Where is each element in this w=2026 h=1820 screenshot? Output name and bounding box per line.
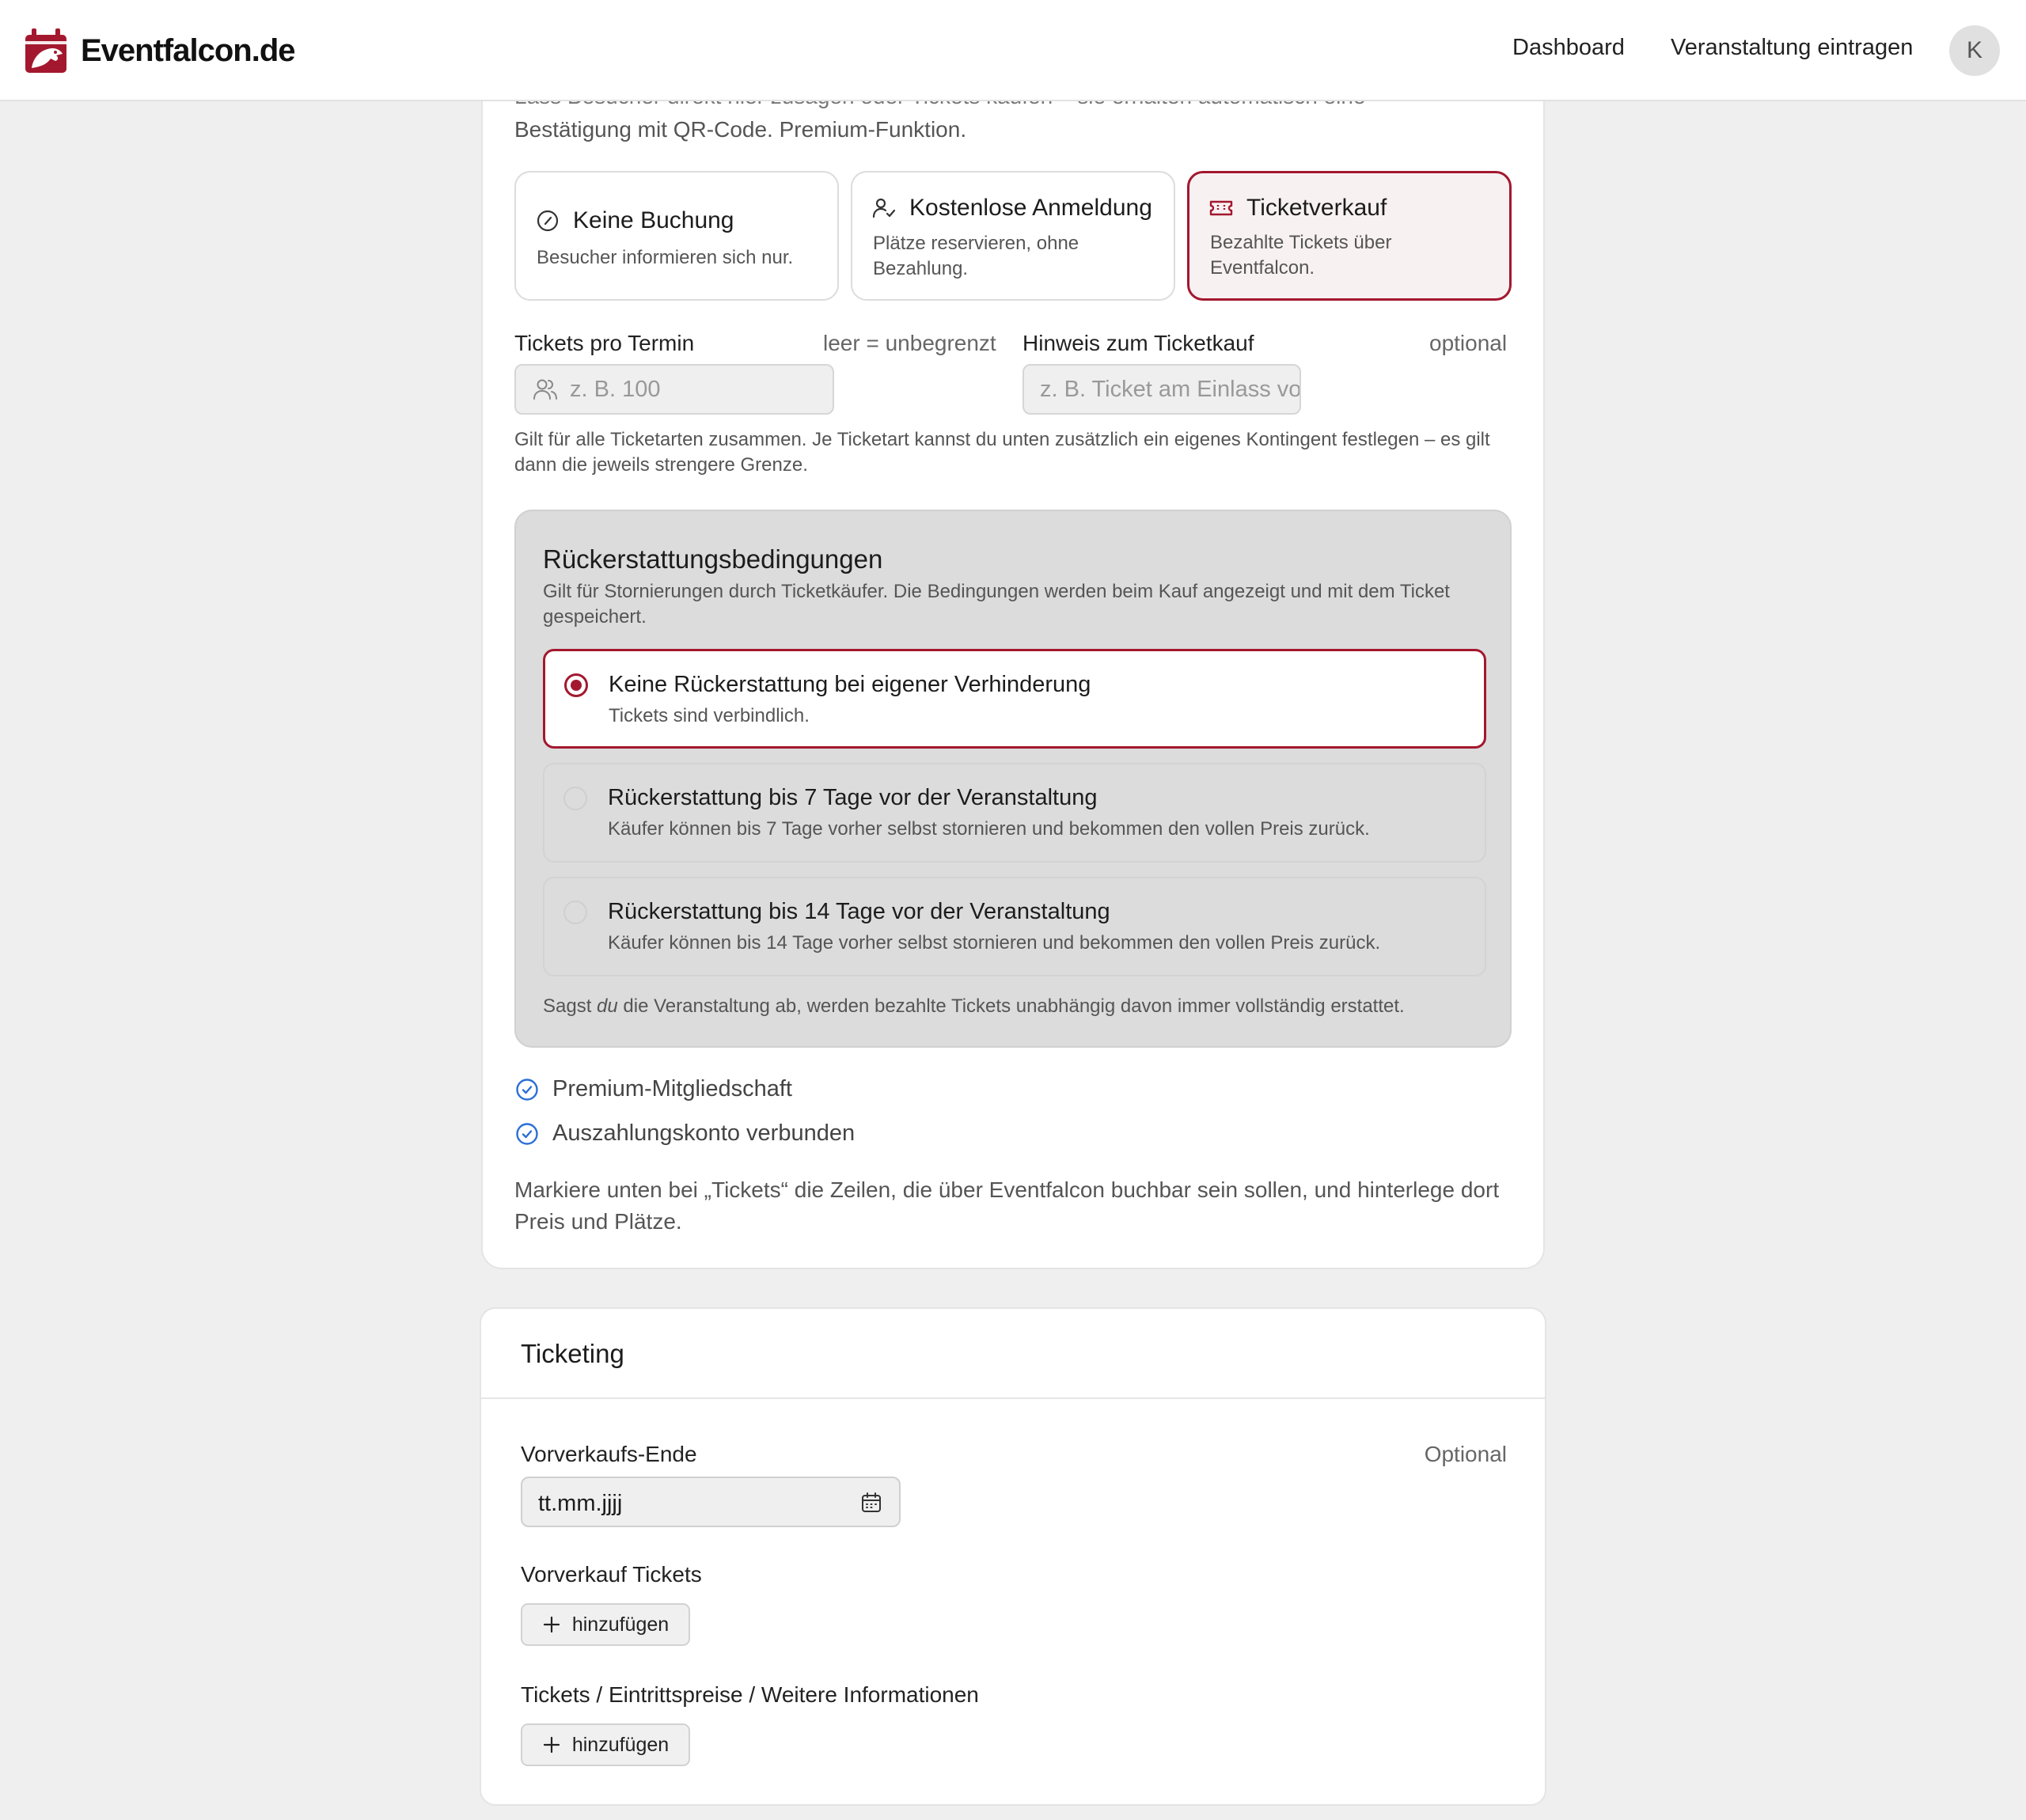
check-circle-icon [516, 1078, 538, 1101]
add-presale-ticket-button[interactable]: hinzufügen [521, 1603, 690, 1646]
booking-option-title: Kostenlose Anmeldung [909, 195, 1152, 221]
plus-icon [543, 1616, 560, 1633]
user-avatar[interactable]: K [1949, 25, 2000, 76]
brand-name: Eventfalcon.de [81, 32, 296, 68]
booking-option-desc: Plätze reservieren, ohne Bezahlung. [873, 233, 1079, 279]
add-button-label: hinzufügen [571, 1733, 670, 1756]
ticketing-title: Ticketing [521, 1339, 624, 1368]
refund-option-title: Keine Rückerstattung bei eigener Verhind… [609, 672, 1091, 697]
tickets-per-date-label: Tickets pro Termin [514, 331, 695, 355]
refund-title: Rückerstattungsbedingungen [543, 544, 883, 574]
booking-option-desc: Bezahlte Tickets über Eventfalcon. [1210, 232, 1392, 279]
nav-create-event-link[interactable]: Veranstaltung eintragen [1671, 35, 1913, 61]
booking-option-desc: Besucher informieren sich nur. [537, 247, 794, 268]
refund-footer-note: Sagst du die Veranstaltung ab, werden be… [543, 995, 1405, 1017]
tickets-per-date-placeholder: z. B. 100 [570, 376, 661, 402]
ticketing-card: Ticketing Vorverkaufs-Ende Optional tt.m… [480, 1307, 1546, 1806]
ticket-icon [1209, 200, 1233, 216]
requirement-premium: Premium-Mitgliedschaft [514, 1076, 792, 1102]
circle-slash-icon [537, 210, 559, 232]
top-navigation-bar: Eventfalcon.de Dashboard Veranstaltung e… [0, 0, 2026, 101]
refund-option-none[interactable]: Keine Rückerstattung bei eigener Verhind… [543, 649, 1486, 749]
booking-option-title: Ticketverkauf [1246, 195, 1387, 221]
divider [481, 1397, 1545, 1399]
booking-option-title: Keine Buchung [573, 207, 734, 233]
requirement-label: Premium-Mitgliedschaft [552, 1076, 792, 1101]
ticket-note-optional: optional [1429, 331, 1508, 355]
radio-button[interactable] [563, 901, 587, 924]
refund-option-desc: Käufer können bis 7 Tage vorher selbst s… [608, 818, 1370, 840]
booking-option-ticket-sale[interactable]: Ticketverkauf Bezahlte Tickets über Even… [1187, 171, 1512, 301]
contingent-note: Gilt für alle Ticketarten zusammen. Je T… [514, 429, 1490, 476]
ticket-note-placeholder: z. B. Ticket am Einlass vorzeigen [1040, 376, 1301, 402]
tickets-info-label: Tickets / Eintrittspreise / Weitere Info… [521, 1682, 979, 1707]
add-ticket-info-button[interactable]: hinzufügen [521, 1723, 690, 1766]
presale-end-optional: Optional [1424, 1442, 1507, 1466]
tickets-per-date-input[interactable]: z. B. 100 [514, 364, 834, 415]
add-button-label: hinzufügen [571, 1613, 670, 1636]
refund-description: Gilt für Stornierungen durch Ticketkäufe… [543, 581, 1450, 628]
calendar-icon[interactable] [859, 1491, 883, 1515]
booking-option-free-registration[interactable]: Kostenlose Anmeldung Plätze reservieren,… [851, 171, 1175, 301]
refund-option-7-days[interactable]: Rückerstattung bis 7 Tage vor der Verans… [543, 763, 1486, 863]
refund-option-title: Rückerstattung bis 14 Tage vor der Veran… [608, 899, 1110, 924]
plus-icon [543, 1736, 560, 1754]
radio-button-checked[interactable] [564, 673, 588, 697]
users-icon [533, 379, 557, 400]
tickets-per-date-hint: leer = unbegrenzt [823, 331, 996, 355]
booking-intro-text-line2: Bestätigung mit QR-Code. Premium-Funktio… [514, 117, 967, 142]
user-check-icon [872, 198, 896, 218]
refund-conditions-panel: Rückerstattungsbedingungen Gilt für Stor… [514, 510, 1512, 1048]
date-placeholder: tt.mm.jjjj [538, 1491, 623, 1516]
nav-dashboard-link[interactable]: Dashboard [1512, 35, 1625, 61]
refund-option-title: Rückerstattung bis 7 Tage vor der Verans… [608, 785, 1098, 810]
refund-option-14-days[interactable]: Rückerstattung bis 14 Tage vor der Veran… [543, 877, 1486, 976]
refund-option-desc: Käufer können bis 14 Tage vorher selbst … [608, 932, 1381, 954]
eventfalcon-logo-icon [25, 28, 66, 73]
radio-button[interactable] [563, 787, 587, 810]
presale-end-date-input[interactable]: tt.mm.jjjj [521, 1477, 901, 1527]
requirement-payout-account: Auszahlungskonto verbunden [514, 1120, 855, 1147]
presale-end-label: Vorverkaufs-Ende [521, 1442, 697, 1466]
booking-option-none[interactable]: Keine Buchung Besucher informieren sich … [514, 171, 839, 301]
check-circle-icon [516, 1122, 538, 1145]
ticket-note-input[interactable]: z. B. Ticket am Einlass vorzeigen [1022, 364, 1301, 415]
brand-link[interactable]: Eventfalcon.de [24, 27, 296, 74]
requirement-label: Auszahlungskonto verbunden [552, 1120, 856, 1146]
presale-tickets-label: Vorverkauf Tickets [521, 1562, 702, 1587]
refund-option-desc: Tickets sind verbindlich. [609, 705, 810, 726]
ticket-note-label: Hinweis zum Ticketkauf [1022, 331, 1254, 355]
ticket-instructions: Markiere unten bei „Tickets“ die Zeilen,… [514, 1177, 1500, 1234]
